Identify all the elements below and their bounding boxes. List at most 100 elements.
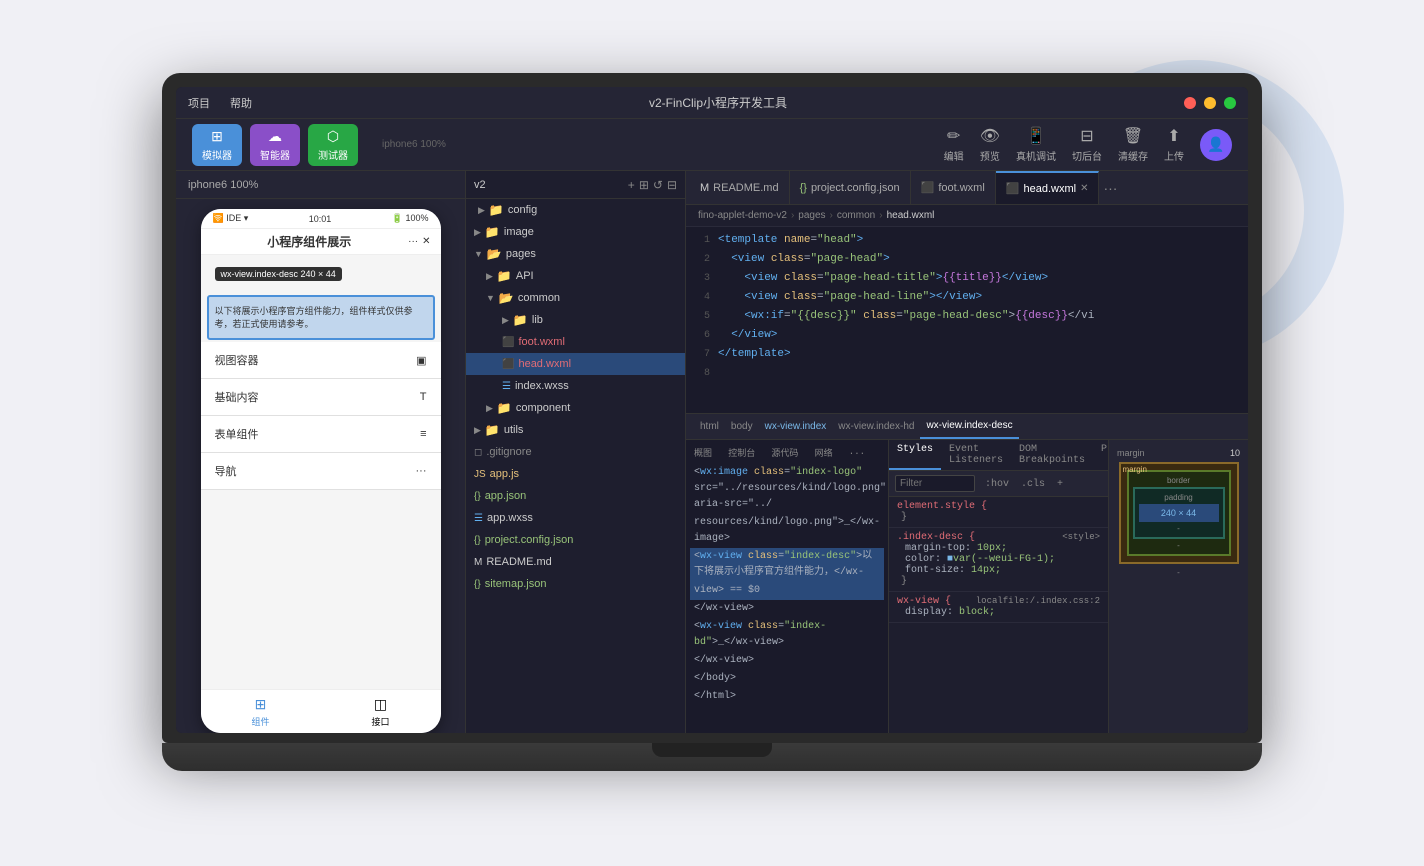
phone-content: wx-view.index-desc 240 × 44 以下将展示小程序官方组件… [201,255,441,689]
breadcrumb-root: fino-applet-demo-v2 [698,210,787,221]
tree-item-lib[interactable]: ▶ 📁 lib [466,309,685,331]
new-folder-icon[interactable]: ⊞ [639,178,649,192]
el-tab-wxview-index-hd[interactable]: wx-view.index-hd [832,414,920,439]
window-controls [1184,97,1236,109]
tree-item-api[interactable]: ▶ 📁 API [466,265,685,287]
tree-item-config[interactable]: ▶ 📁 config [466,199,685,221]
box-margin-corner: margin [1123,465,1147,474]
tab-icon: ⬛ [1006,182,1020,195]
el-tab-wxview-index[interactable]: wx-view.index [759,414,833,439]
prop-fontsize: font-size: 14px; [897,565,1001,576]
tab-project-config[interactable]: {} project.config.json [790,171,911,204]
json-icon: {} [474,491,481,502]
el-tab-body[interactable]: body [725,414,759,439]
user-avatar[interactable]: 👤 [1200,129,1232,161]
tree-item-readme[interactable]: M README.md [466,551,685,573]
filter-input[interactable] [895,475,975,492]
status-right: 🔋 100% [392,213,429,224]
minimize-button[interactable] [1204,97,1216,109]
code-line-3: 3 <view class="page-head-title">{{title}… [686,269,1248,288]
action-background[interactable]: ⊟ 切后台 [1072,126,1102,163]
preview-header: iphone6 100% [176,171,465,199]
source-link[interactable]: localfile:/.index.css:2 [976,596,1100,606]
xml-icon: ⬛ [502,337,514,348]
selector: .index-desc { [897,532,975,543]
html-tree[interactable]: 概图 控制台 源代码 网络 ··· <wx:image class="index… [686,440,888,733]
action-upload[interactable]: ⬆ 上传 [1164,126,1184,163]
tree-item-gitignore[interactable]: ◻ .gitignore [466,441,685,463]
source-link[interactable]: <style> [1062,532,1100,542]
styles-tab-styles[interactable]: Styles [889,440,941,470]
tab-icon: {} [800,182,807,194]
tree-item-component[interactable]: ▶ 📁 component [466,397,685,419]
list-item-1[interactable]: 基础内容 T [201,379,441,416]
xml-icon: ⬛ [502,359,514,370]
list-item-0[interactable]: 视图容器 ▣ [201,342,441,379]
tab-more-icon[interactable]: ··· [1103,180,1117,196]
code-line-8: 8 [686,364,1248,383]
refresh-icon[interactable]: ↺ [653,178,663,192]
tree-item-head-wxml[interactable]: ⬛ head.wxml [466,353,685,375]
style-rule-index-desc: .index-desc { <style> margin-top: 10px; … [889,528,1108,592]
tree-item-project-config[interactable]: {} project.config.json [466,529,685,551]
device-info: iphone6 100% [382,139,446,150]
tree-item-pages[interactable]: ▼ 📂 pages [466,243,685,265]
tree-item-index-wxss[interactable]: ☰ index.wxss [466,375,685,397]
tab-head-wxml[interactable]: ⬛ head.wxml ✕ [996,171,1100,204]
new-file-icon[interactable]: + [628,178,635,192]
tree-item-utils[interactable]: ▶ 📁 utils [466,419,685,441]
action-debug[interactable]: 📱 真机调试 [1016,126,1056,163]
selected-element: 以下将展示小程序官方组件能力，组件样式仅供参考，若正式使用请参考。 [207,295,435,340]
code-line-2: 2 <view class="page-head"> [686,250,1248,269]
mode-smart[interactable]: ☁ 智能器 [250,124,300,166]
styles-tab-dom[interactable]: DOM Breakpoints [1011,440,1093,470]
styles-tab-events[interactable]: Event Listeners [941,440,1011,470]
tree-item-common[interactable]: ▼ 📂 common [466,287,685,309]
menu-bar: 项目 帮助 [188,95,252,111]
action-preview[interactable]: 👁 预览 [980,126,1000,163]
tab-readme[interactable]: M README.md [690,171,790,204]
clear-icon: 🗑 [1123,126,1143,146]
code-content[interactable]: 1 <template name="head"> 2 <view class="… [686,227,1248,413]
html-line: resources/kind/logo.png">_</wx-image> [690,514,884,548]
tree-label: app.wxss [487,512,533,524]
tree-item-app-json[interactable]: {} app.json [466,485,685,507]
phone-frame: 🛜 IDE ▾ 10:01 🔋 100% 小程序组件展示 ··· ✕ [201,209,441,733]
tree-item-sitemap[interactable]: {} sitemap.json [466,573,685,595]
mode-simulator[interactable]: ⊞ 模拟器 [192,124,242,166]
chevron-icon: ▶ [478,205,485,216]
file-tree-icons: + ⊞ ↺ ⊟ [628,178,677,192]
action-edit[interactable]: ✏ 编辑 [944,126,964,163]
styles-tab-props[interactable]: Properties [1093,440,1108,470]
html-line-selected: <wx-view class="index-desc">以下将展示小程序官方组件… [690,548,884,582]
menu-item-help[interactable]: 帮助 [230,95,252,111]
tree-item-app-wxss[interactable]: ☰ app.wxss [466,507,685,529]
list-item-2[interactable]: 表单组件 ≡ [201,416,441,453]
tree-item-foot-wxml[interactable]: ⬛ foot.wxml [466,331,685,353]
phone-title-bar: 小程序组件展示 ··· ✕ [201,229,441,255]
wxss-icon: ☰ [502,381,511,392]
code-line-5: 5 <wx:if="{{desc}}" class="page-head-des… [686,307,1248,326]
el-tab-html[interactable]: html [694,414,725,439]
close-button[interactable] [1184,97,1196,109]
collapse-icon[interactable]: ⊟ [667,178,677,192]
folder-icon: 📁 [485,225,500,239]
edit-icon: ✏ [947,126,960,146]
nav-item-0[interactable]: ⊞ 组件 [201,690,321,733]
tree-item-image[interactable]: ▶ 📁 image [466,221,685,243]
list-label-3: 导航 [215,463,237,479]
tree-item-app-js[interactable]: JS app.js [466,463,685,485]
el-tab-wxview-index-desc[interactable]: wx-view.index-desc [920,414,1018,439]
status-left: 🛜 IDE ▾ [213,213,249,224]
maximize-button[interactable] [1224,97,1236,109]
action-clear[interactable]: 🗑 清缓存 [1118,126,1148,163]
chevron-icon: ▶ [474,425,481,436]
phone-close-icon: ✕ [422,236,430,247]
tab-foot-wxml[interactable]: ⬛ foot.wxml [911,171,996,204]
nav-item-1[interactable]: ◫ 接口 [321,690,441,733]
menu-item-project[interactable]: 项目 [188,95,210,111]
mode-test[interactable]: ⬡ 测试器 [308,124,358,166]
chevron-icon: ▶ [486,403,493,414]
tab-close-icon[interactable]: ✕ [1080,183,1088,194]
list-item-3[interactable]: 导航 ··· [201,453,441,490]
